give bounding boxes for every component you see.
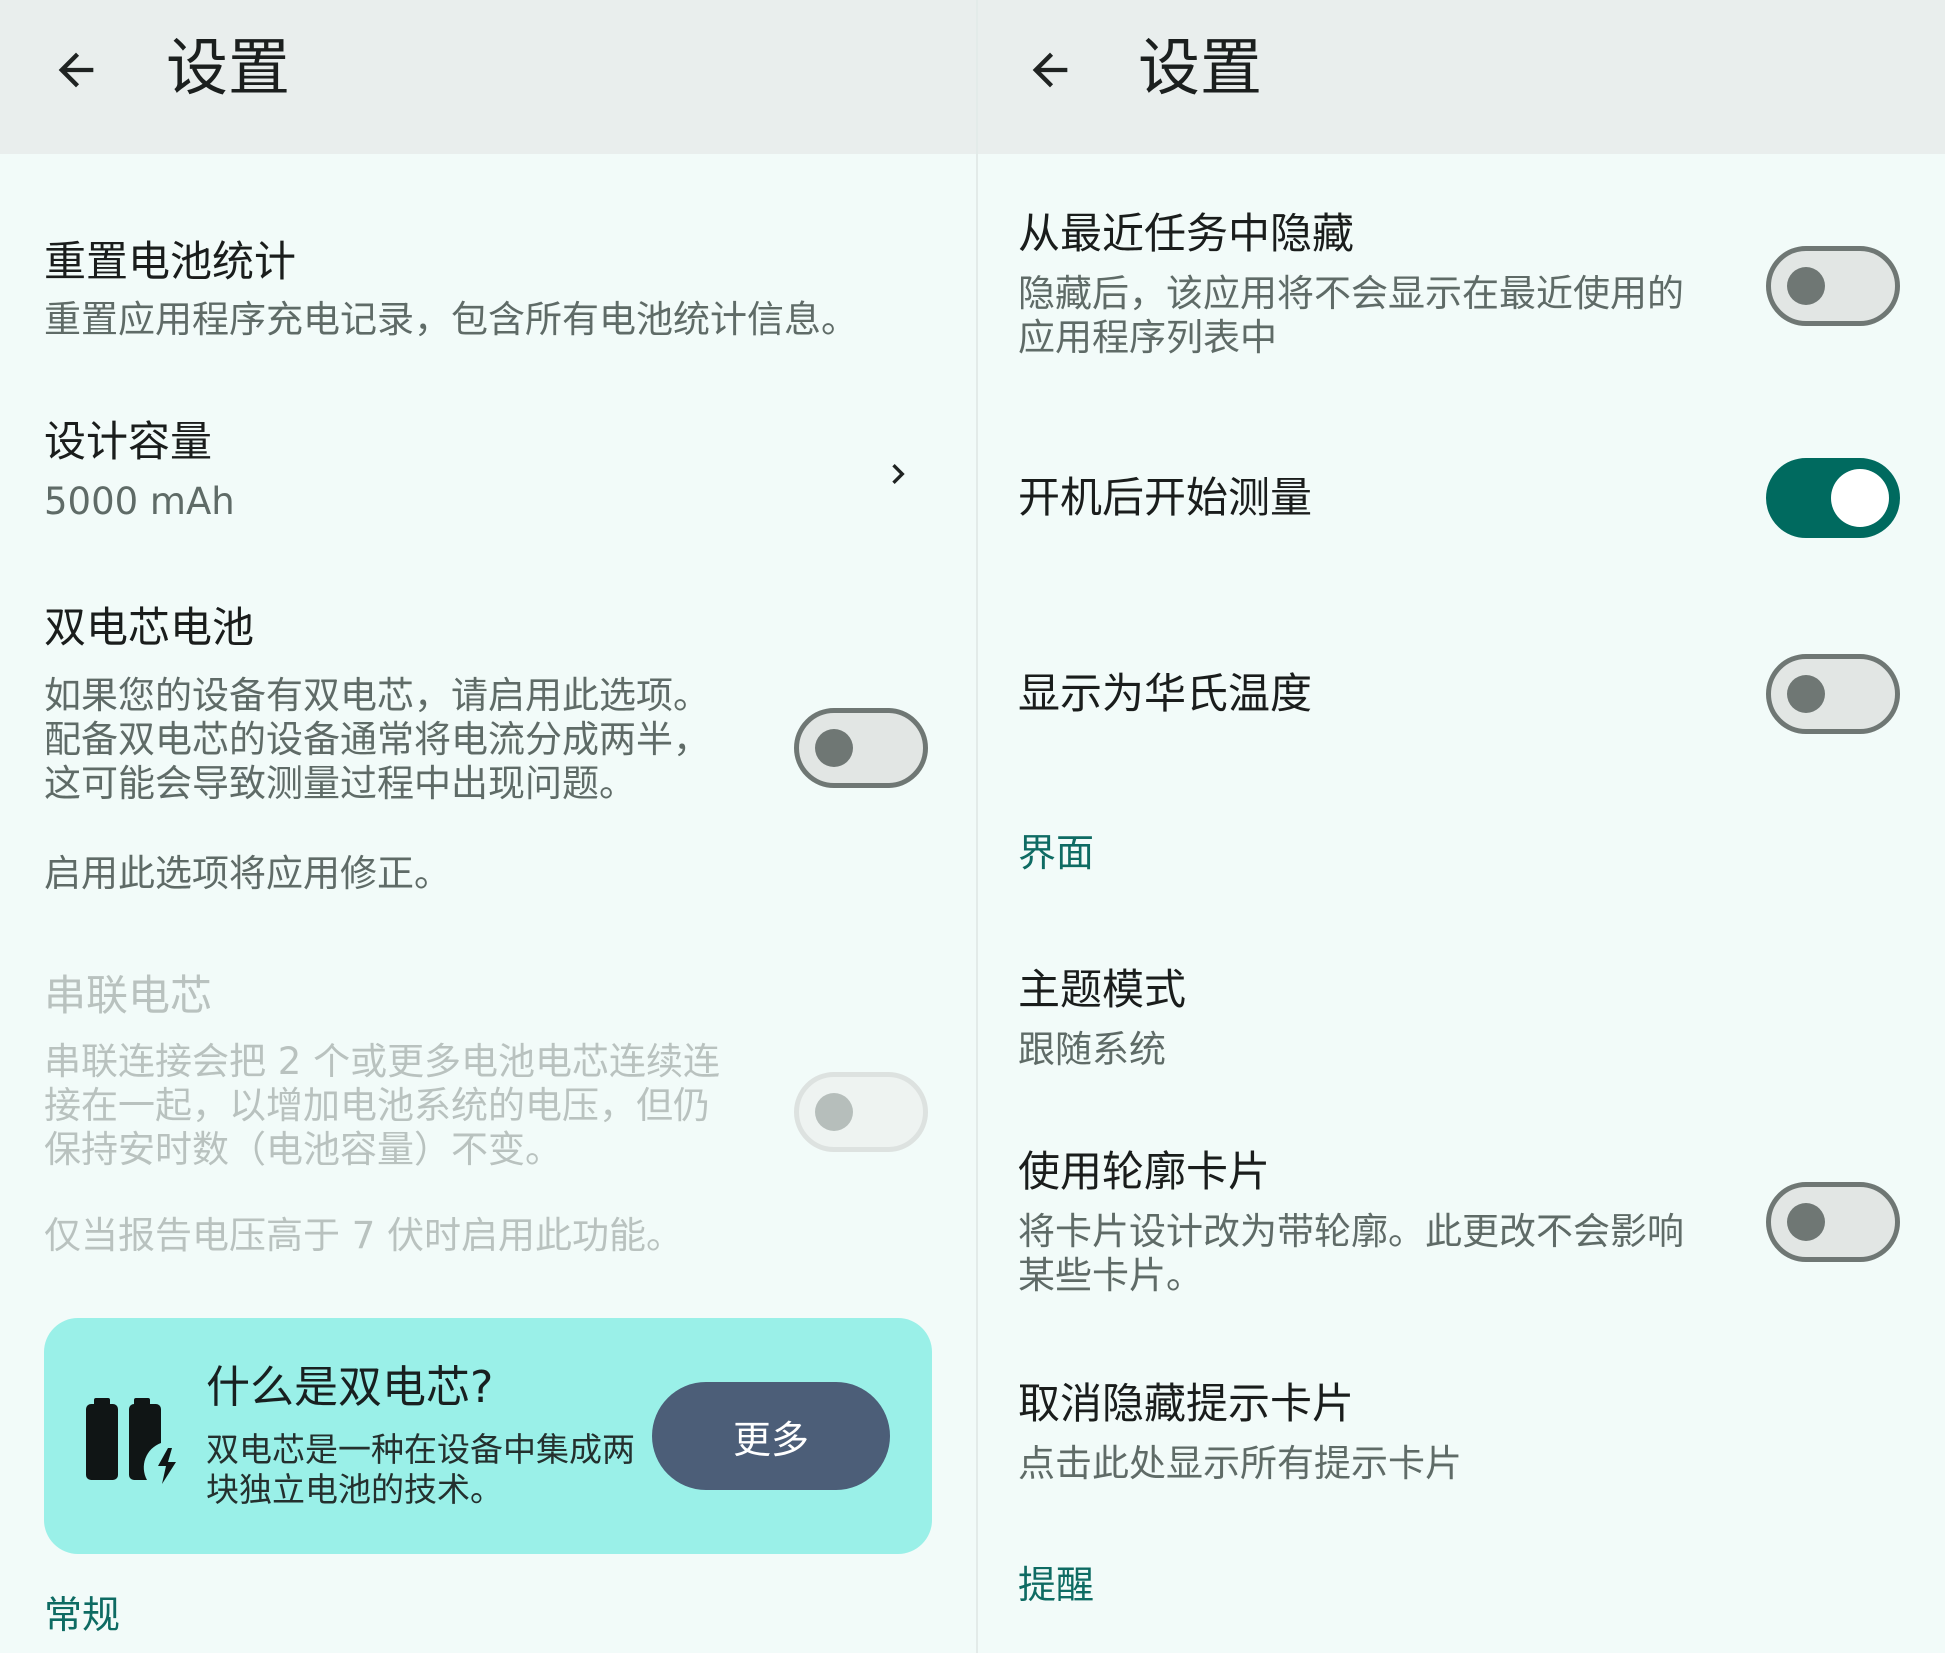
hide-from-recents-switch[interactable] (1766, 246, 1900, 326)
back-button[interactable] (1018, 38, 1082, 102)
dual-cell-switch[interactable] (794, 708, 928, 788)
series-cell-switch (794, 1072, 928, 1152)
unhide-tip-cards-summary: 点击此处显示所有提示卡片 (1018, 1442, 1462, 1485)
series-cell-note: 仅当报告电压高于 7 伏时启用此功能。 (44, 1214, 684, 1257)
measure-on-boot-title: 开机后开始测量 (1018, 473, 1313, 522)
unhide-tip-cards-item[interactable]: 取消隐藏提示卡片 点击此处显示所有提示卡片 (978, 1360, 1945, 1520)
fahrenheit-switch[interactable] (1766, 654, 1900, 734)
arrow-back-icon (1032, 52, 1068, 88)
back-button[interactable] (44, 38, 108, 102)
theme-mode-title: 主题模式 (1018, 965, 1187, 1014)
chevron-right-icon (892, 464, 905, 484)
more-button[interactable]: 更多 (652, 1382, 890, 1490)
design-capacity-value: 5000 mAh (44, 480, 235, 523)
section-header-general: 常规 (44, 1593, 121, 1637)
fahrenheit-title: 显示为华氏温度 (1018, 669, 1313, 718)
screenshot-pair: 设置 重置电池统计 重置应用程序充电记录，包含所有电池统计信息。 设计容量 50… (0, 0, 1945, 1653)
dual-cell-title: 双电芯电池 (44, 603, 255, 652)
reset-battery-stats-title: 重置电池统计 (44, 237, 297, 286)
outlined-cards-summary: 将卡片设计改为带轮廓。此更改不会影响 某些卡片。 (1018, 1210, 1684, 1297)
page-title: 设置 (1138, 31, 1263, 104)
switch-thumb (815, 729, 853, 767)
dual-cell-note: 启用此选项将应用修正。 (44, 852, 451, 895)
info-card-title: 什么是双电芯? (206, 1362, 494, 1413)
design-capacity-item[interactable]: 设计容量 5000 mAh (0, 394, 976, 584)
dual-cell-summary: 如果您的设备有双电芯，请启用此选项。 配备双电芯的设备通常将电流分成两半， 这可… (44, 674, 710, 805)
outlined-cards-title: 使用轮廓卡片 (1018, 1147, 1271, 1196)
series-cell-summary: 串联连接会把 2 个或更多电池电芯连续连 接在一起，以增加电池系统的电压，但仍 … (44, 1040, 721, 1171)
info-card-text: 双电芯是一种在设备中集成两块独立电池的技术。 (206, 1430, 635, 1509)
dual-cell-info-card: 什么是双电芯? 双电芯是一种在设备中集成两块独立电池的技术。 更多 (44, 1318, 932, 1554)
switch-thumb (815, 1093, 853, 1131)
outlined-cards-switch[interactable] (1766, 1182, 1900, 1262)
hide-from-recents-title: 从最近任务中隐藏 (1018, 209, 1355, 258)
reset-battery-stats-summary: 重置应用程序充电记录，包含所有电池统计信息。 (44, 298, 858, 341)
arrow-back-icon (58, 52, 94, 88)
measure-on-boot-switch[interactable] (1766, 458, 1900, 538)
switch-thumb (1787, 1203, 1825, 1241)
theme-mode-item[interactable]: 主题模式 跟随系统 (978, 940, 1945, 1090)
top-app-bar: 设置 (0, 0, 976, 154)
section-header-interface: 界面 (1018, 831, 1095, 875)
design-capacity-title: 设计容量 (44, 417, 213, 466)
theme-mode-value: 跟随系统 (1018, 1028, 1166, 1071)
switch-thumb (1787, 675, 1825, 713)
settings-screen-left: 设置 重置电池统计 重置应用程序充电记录，包含所有电池统计信息。 设计容量 50… (0, 0, 976, 1653)
hide-from-recents-summary: 隐藏后，该应用将不会显示在最近使用的 应用程序列表中 (1018, 272, 1684, 359)
unhide-tip-cards-title: 取消隐藏提示卡片 (1018, 1379, 1355, 1428)
page-title: 设置 (166, 31, 291, 104)
settings-screen-right: 设置 从最近任务中隐藏 隐藏后，该应用将不会显示在最近使用的 应用程序列表中 开… (976, 0, 1945, 1653)
dual-battery-icon (86, 1398, 176, 1484)
reset-battery-stats-item[interactable]: 重置电池统计 重置应用程序充电记录，包含所有电池统计信息。 (0, 154, 976, 394)
series-cell-title: 串联电芯 (44, 971, 213, 1020)
top-app-bar: 设置 (978, 0, 1945, 154)
switch-thumb (1831, 469, 1889, 527)
section-header-reminder: 提醒 (1018, 1563, 1095, 1607)
switch-thumb (1787, 267, 1825, 305)
